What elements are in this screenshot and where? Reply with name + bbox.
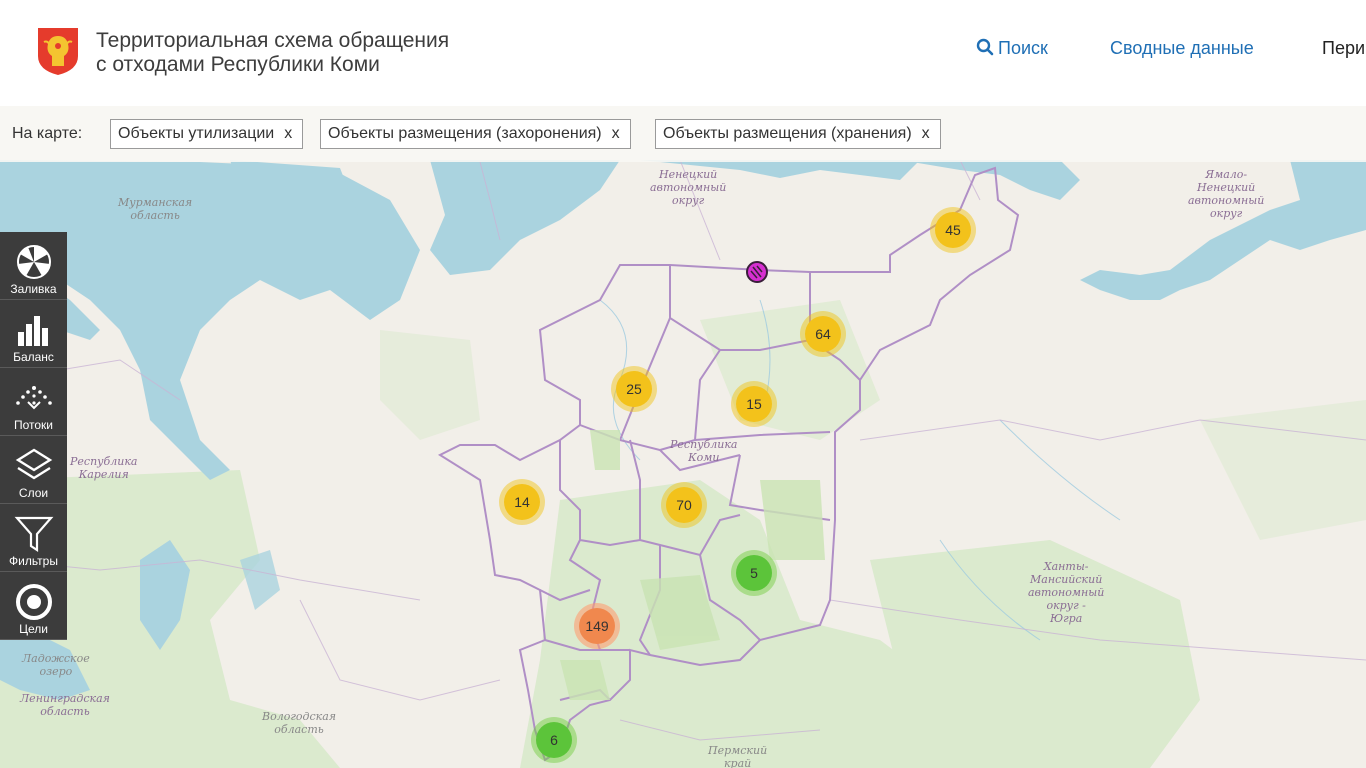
label-line: область bbox=[40, 705, 90, 718]
label-nenets: Ненецкий автономный округ bbox=[650, 168, 726, 207]
cluster-marker[interactable]: 45 bbox=[930, 207, 976, 253]
label-line: округ - bbox=[1046, 599, 1086, 612]
label-line: Пермский bbox=[708, 744, 768, 757]
cluster-count: 64 bbox=[805, 316, 841, 352]
tool-filters-button[interactable]: Фильтры bbox=[0, 504, 67, 572]
cluster-count: 70 bbox=[666, 487, 702, 523]
label-khanty: Ханты- Мансийский автономный округ - Югр… bbox=[1028, 560, 1104, 625]
cluster-count: 149 bbox=[579, 608, 615, 644]
filter-chip-label: Объекты утилизации bbox=[118, 125, 275, 142]
cluster-count: 15 bbox=[736, 386, 772, 422]
label-line: автономный bbox=[650, 181, 727, 194]
remove-filter-button[interactable]: x bbox=[612, 125, 620, 142]
cluster-marker[interactable]: 5 bbox=[731, 550, 777, 596]
cluster-count: 6 bbox=[536, 722, 572, 758]
site-title-line1: Территориальная схема обращения bbox=[96, 29, 450, 52]
label-line: автономный bbox=[1028, 586, 1105, 599]
map-filter-bar: На карте: Объекты утилизации x Объекты ра… bbox=[0, 106, 1366, 162]
cluster-marker[interactable]: 14 bbox=[499, 479, 545, 525]
tool-layers-button[interactable]: Слои bbox=[0, 436, 67, 504]
cluster-marker[interactable]: 70 bbox=[661, 482, 707, 528]
label-murmansk: Мурманская область bbox=[118, 196, 192, 222]
fill-icon bbox=[17, 245, 51, 279]
cluster-marker[interactable]: 15 bbox=[731, 381, 777, 427]
label-perm: Пермский край bbox=[708, 744, 767, 768]
nav-summary-link[interactable]: Сводные данные bbox=[1110, 38, 1254, 59]
search-icon bbox=[976, 38, 994, 56]
tool-label: Заливка bbox=[10, 282, 57, 296]
label-line: Ладожское bbox=[22, 652, 90, 665]
header: Территориальная схема обращения с отхода… bbox=[0, 0, 1366, 106]
cluster-marker[interactable]: 149 bbox=[574, 603, 620, 649]
tool-label: Слои bbox=[18, 486, 49, 500]
cluster-count: 5 bbox=[736, 555, 772, 591]
layers-icon bbox=[15, 448, 53, 480]
label-ladoga: Ладожское озеро bbox=[22, 652, 90, 678]
label-line: Мурманская bbox=[118, 196, 193, 209]
remove-filter-button[interactable]: x bbox=[922, 125, 930, 142]
cluster-count: 25 bbox=[616, 371, 652, 407]
tool-label: Фильтры bbox=[9, 554, 58, 568]
cluster-marker[interactable]: 25 bbox=[611, 366, 657, 412]
label-yamal: Ямало- Ненецкий автономный округ bbox=[1188, 168, 1264, 220]
filter-chip-storage[interactable]: Объекты размещения (хранения) x bbox=[655, 119, 941, 149]
nav-search-label: Поиск bbox=[998, 38, 1048, 58]
cluster-marker[interactable]: 64 bbox=[800, 311, 846, 357]
nav-search-link[interactable]: Поиск bbox=[976, 38, 1048, 59]
label-line: Ханты- bbox=[1043, 560, 1089, 573]
cluster-count: 14 bbox=[504, 484, 540, 520]
tool-label: Баланс bbox=[13, 350, 54, 364]
nav-more-link[interactable]: Пери bbox=[1322, 38, 1365, 59]
remove-filter-button[interactable]: x bbox=[284, 125, 292, 142]
label-line: Коми bbox=[688, 451, 720, 464]
filter-label: На карте: bbox=[12, 125, 83, 142]
label-line: край bbox=[723, 757, 752, 768]
site-title-line2: с отходами Республики Коми bbox=[96, 53, 380, 76]
tool-flows-button[interactable]: Потоки bbox=[0, 368, 67, 436]
tool-label: Цели bbox=[19, 622, 48, 636]
tool-fill-button[interactable]: Заливка bbox=[0, 232, 67, 300]
filter-chip-label: Объекты размещения (захоронения) bbox=[328, 125, 602, 142]
tool-label: Потоки bbox=[13, 418, 54, 432]
label-line: Ненецкий bbox=[659, 168, 718, 181]
label-line: Вологодская bbox=[262, 710, 337, 723]
filter-chip-burial[interactable]: Объекты размещения (захоронения) x bbox=[320, 119, 631, 149]
poi-marker-icon[interactable] bbox=[746, 261, 768, 283]
cluster-marker[interactable]: 6 bbox=[531, 717, 577, 763]
map[interactable]: Ненецкий автономный округ Мурманская обл… bbox=[0, 106, 1366, 768]
target-icon bbox=[16, 584, 52, 620]
label-line: озеро bbox=[39, 665, 73, 678]
label-line: округ bbox=[1210, 207, 1243, 220]
label-line: округ bbox=[672, 194, 705, 207]
label-line: Карелия bbox=[78, 468, 129, 481]
label-line: Ямало- bbox=[1205, 168, 1248, 181]
label-line: Югра bbox=[1050, 612, 1083, 625]
tool-targets-button[interactable]: Цели bbox=[0, 572, 67, 640]
label-komi: Республика Коми bbox=[670, 438, 737, 464]
map-toolbar: Заливка Баланс Потоки Слои Фильтры Цели bbox=[0, 232, 67, 640]
balance-icon bbox=[18, 316, 48, 346]
filter-chip-utilization[interactable]: Объекты утилизации x bbox=[110, 119, 304, 149]
tool-balance-button[interactable]: Баланс bbox=[0, 300, 67, 368]
flows-icon bbox=[16, 386, 52, 410]
coat-of-arms-logo[interactable] bbox=[36, 26, 80, 76]
cluster-count: 45 bbox=[935, 212, 971, 248]
label-line: автономный bbox=[1188, 194, 1265, 207]
filter-icon bbox=[14, 516, 54, 553]
label-leningrad: Ленинградская область bbox=[20, 692, 110, 718]
label-line: Республика bbox=[70, 455, 138, 468]
label-karelia: Республика Карелия bbox=[70, 455, 137, 481]
label-line: Республика bbox=[670, 438, 738, 451]
label-line: область bbox=[130, 209, 180, 222]
label-vologda: Вологодская область bbox=[262, 710, 336, 736]
label-line: Мансийский bbox=[1030, 573, 1103, 586]
label-line: Ленинградская bbox=[20, 692, 110, 705]
label-line: область bbox=[274, 723, 324, 736]
label-line: Ненецкий bbox=[1197, 181, 1256, 194]
filter-chip-label: Объекты размещения (хранения) bbox=[663, 125, 912, 142]
